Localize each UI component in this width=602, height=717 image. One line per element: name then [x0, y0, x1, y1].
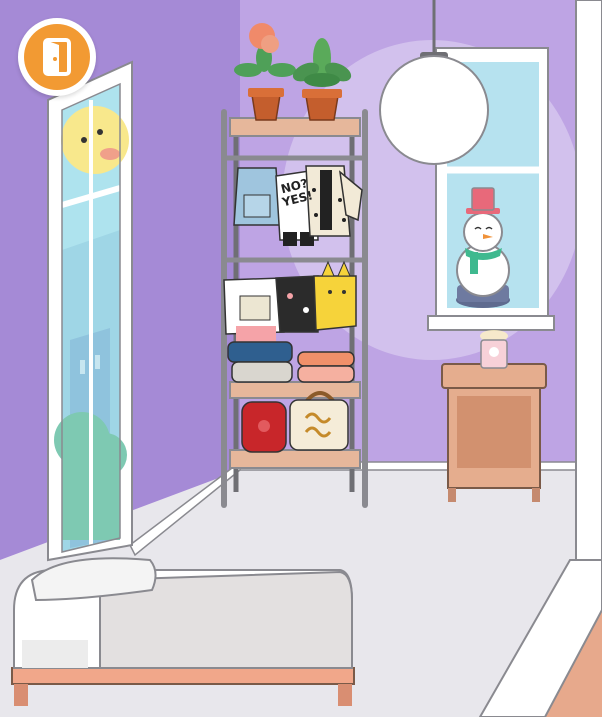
door-frame-right [575, 0, 602, 561]
red-bag [241, 401, 287, 453]
candle [480, 330, 508, 369]
tall-window [47, 60, 133, 562]
bedroom-scene: NO? YES! [0, 0, 602, 717]
exit-button[interactable] [18, 18, 96, 96]
exit-button-inner[interactable] [24, 24, 90, 90]
room-illustration [0, 0, 602, 717]
exit-door-icon [43, 38, 71, 76]
bed [11, 557, 355, 706]
cream-handbag [289, 391, 349, 451]
nightstand [441, 363, 547, 502]
